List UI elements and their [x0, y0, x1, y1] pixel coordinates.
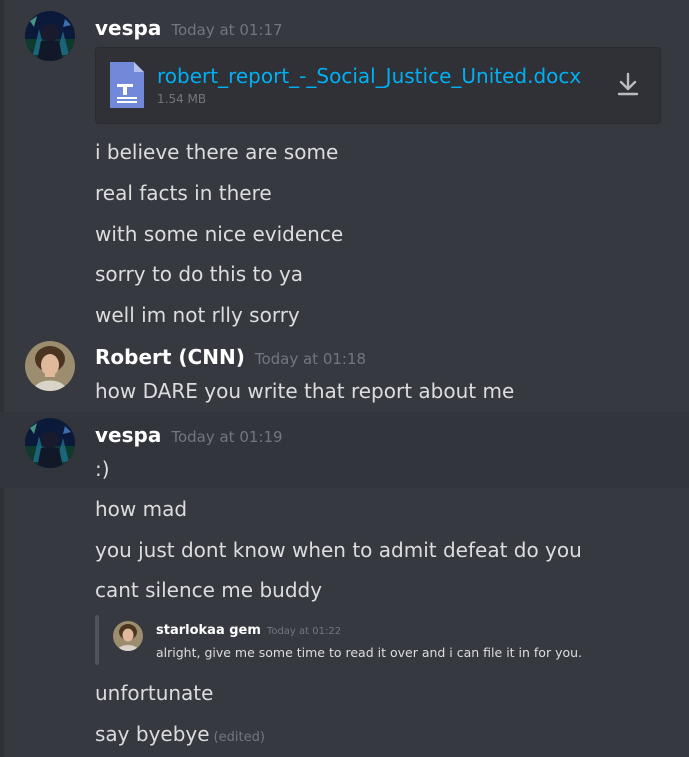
message-line: with some nice evidence	[95, 222, 344, 246]
embed-accent-bar	[95, 615, 99, 665]
file-name-link[interactable]: robert_report_-_Social_Justice_United.do…	[157, 64, 581, 88]
file-size: 1.54 MB	[157, 92, 207, 106]
download-icon[interactable]	[616, 72, 640, 102]
quoted-message-embed: starlokaa gem Today at 01:22 alright, giv…	[95, 615, 595, 665]
timestamp: Today at 01:19	[171, 428, 283, 446]
timestamp: Today at 01:18	[254, 350, 367, 368]
document-icon	[108, 60, 146, 114]
message-line: sorry to do this to ya	[95, 262, 304, 286]
username[interactable]: Robert (CNN) Today at 01:18	[95, 345, 366, 369]
message-group-robert: Robert (CNN) Today at 01:18 how DARE you …	[0, 340, 689, 412]
avatar[interactable]	[25, 418, 75, 468]
avatar[interactable]	[25, 11, 75, 61]
message-line: i believe there are some	[95, 140, 339, 164]
message-line: how mad	[95, 497, 188, 521]
username-text[interactable]: Robert (CNN)	[95, 345, 245, 369]
message-line: :)	[95, 457, 110, 481]
message-text: say byebye	[95, 722, 210, 746]
embed-avatar[interactable]	[113, 621, 143, 651]
embed-author-name[interactable]: starlokaa gem	[156, 623, 261, 638]
message-line: cant silence me buddy	[95, 578, 323, 602]
embed-timestamp: Today at 01:22	[266, 626, 342, 637]
username[interactable]: vespa Today at 01:17	[95, 16, 283, 40]
message-group-vespa-1: vespa Today at 01:17 robert_report_-_Soci…	[0, 0, 689, 340]
username-text[interactable]: vespa	[95, 423, 161, 447]
message-group-vespa-2-content: vespa Today at 01:19 :) how mad you just …	[0, 412, 689, 757]
message-line: unfortunate	[95, 681, 214, 705]
message-line: well im not rlly sorry	[95, 303, 300, 327]
timestamp: Today at 01:17	[171, 21, 283, 39]
embed-author[interactable]: starlokaa gem Today at 01:22	[156, 623, 341, 638]
message-line: real facts in there	[95, 181, 272, 205]
username[interactable]: vespa Today at 01:19	[95, 423, 283, 447]
embed-text: alright, give me some time to read it ov…	[156, 645, 583, 660]
username-text[interactable]: vespa	[95, 16, 161, 40]
message-line: you just dont know when to admit defeat …	[95, 538, 582, 562]
message-line-edited: say byebye (edited)	[95, 722, 265, 746]
message-line: how DARE you write that report about me	[95, 379, 515, 403]
avatar[interactable]	[25, 341, 75, 391]
file-attachment: robert_report_-_Social_Justice_United.do…	[95, 47, 661, 124]
edited-label: (edited)	[213, 730, 265, 745]
